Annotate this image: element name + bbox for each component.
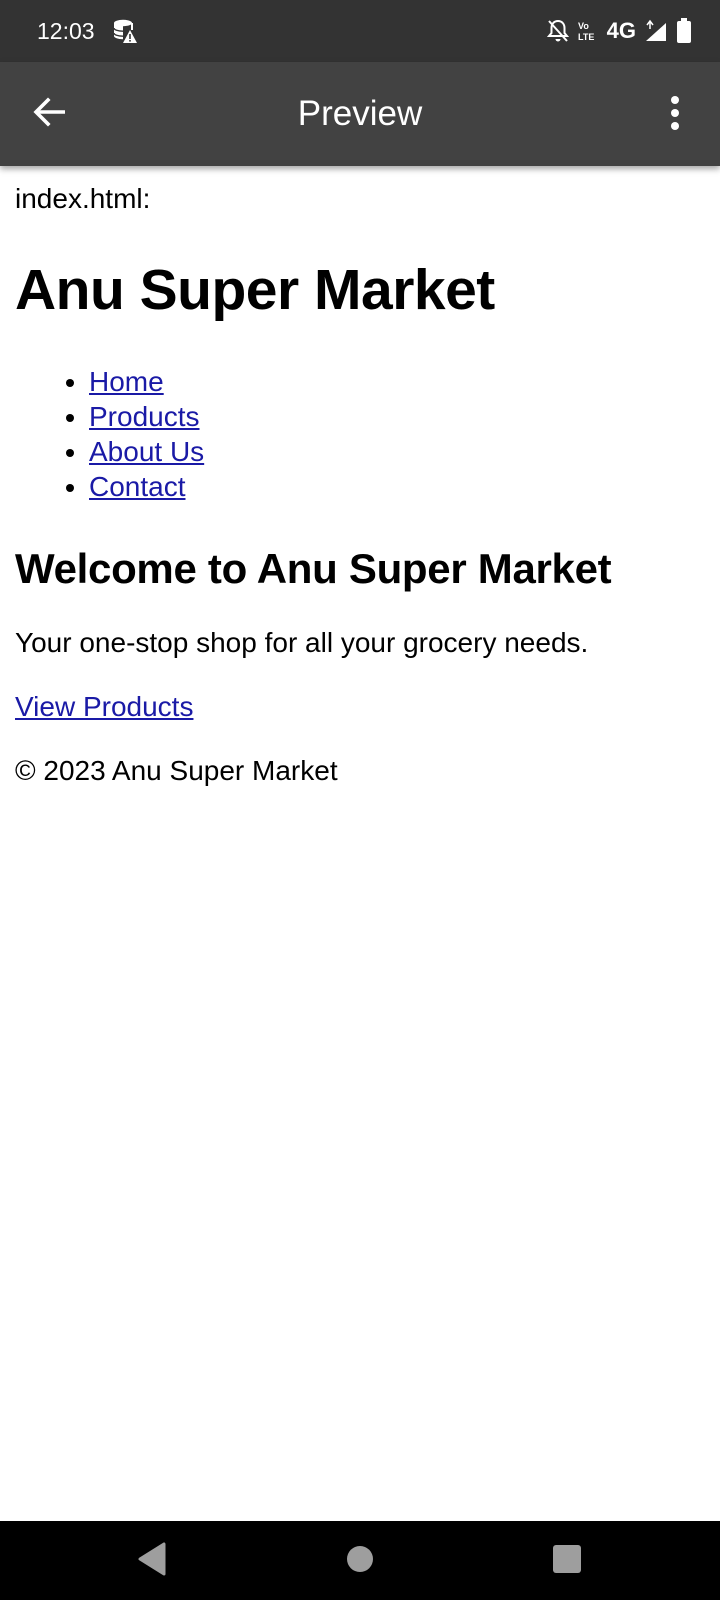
view-products-link[interactable]: View Products [15,690,193,724]
status-icons: Vo LTE 4G [546,15,692,47]
more-options-button[interactable] [660,90,690,140]
nav-link-products[interactable]: Products [89,401,200,432]
site-title: Anu Super Market [15,258,495,322]
page-title: Preview [297,94,423,133]
file-label: index.html: [15,183,151,214]
nav-link-contact[interactable]: Contact [89,471,186,502]
nav-link-home[interactable]: Home [89,366,164,397]
home-circle-icon [346,1545,374,1578]
system-nav-bar [0,1521,720,1600]
svg-text:Vo: Vo [578,21,589,31]
footer-text: © 2023 Anu Super Market [15,755,338,786]
notifications-off-icon [546,19,569,43]
app-bar: Preview [0,62,720,166]
recents-square-icon [552,1544,582,1579]
preview-content: index.html: Anu Super Market Home Produc… [0,166,720,788]
system-recents-button[interactable] [546,1540,588,1582]
status-time: 12:03 [37,18,95,44]
status-bar: 12:03 Vo LTE 4G [0,0,720,62]
more-vert-icon [670,95,680,135]
back-triangle-icon [137,1542,167,1581]
system-home-button[interactable] [339,1540,381,1582]
nav-item-products: Products [89,399,705,434]
network-type: 4G [606,18,636,43]
site-nav-list: Home Products About Us Contact [15,364,705,504]
battery-icon [676,18,692,44]
volte-icon: Vo LTE [577,19,599,43]
nav-item-about-us: About Us [89,434,705,469]
screen: 12:03 Vo LTE 4G Preview index.html: Anu … [0,0,720,1600]
nav-link-about-us[interactable]: About Us [89,436,204,467]
nav-item-contact: Contact [89,469,705,504]
signal-icon [644,19,668,43]
welcome-heading: Welcome to Anu Super Market [15,545,612,592]
system-back-button[interactable] [131,1540,173,1582]
svg-text:LTE: LTE [578,32,594,42]
tagline: Your one-stop shop for all your grocery … [15,627,589,658]
nav-item-home: Home [89,364,705,399]
database-warning-icon [112,18,138,44]
